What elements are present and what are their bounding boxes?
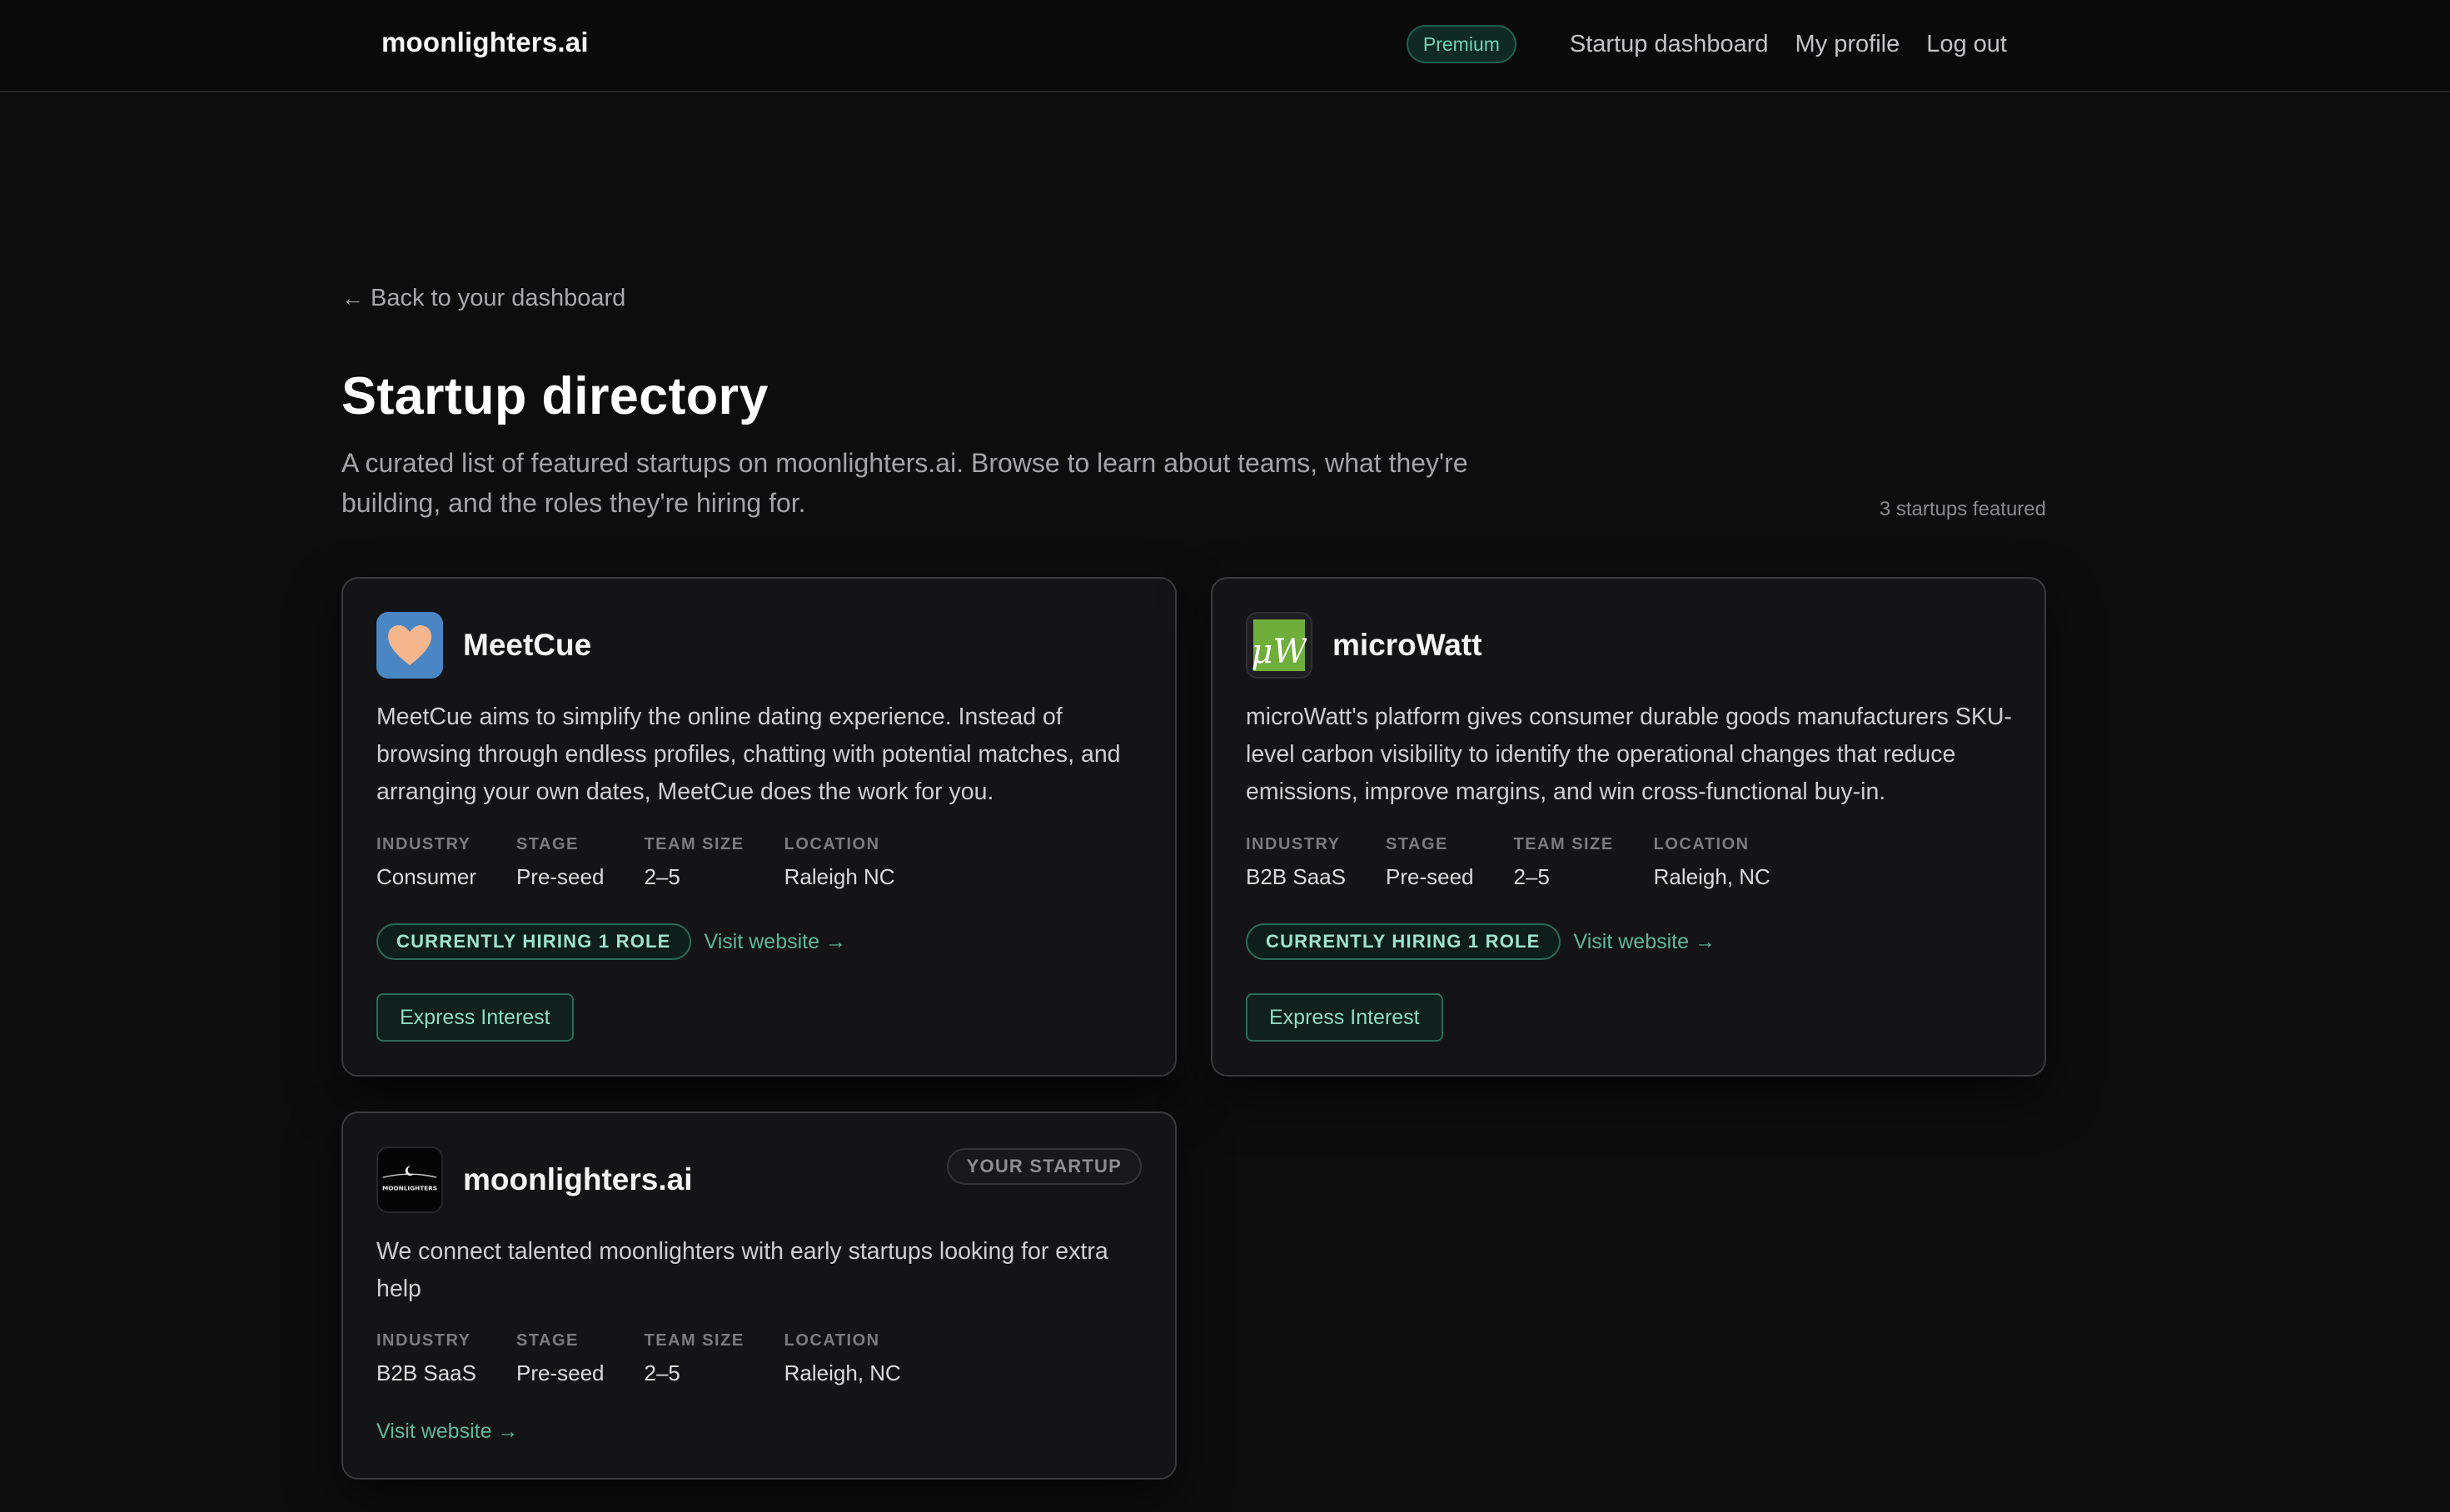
meta-value: Pre-seed bbox=[515, 864, 605, 889]
moonlighters-logo-text: MOONLIGHTERS bbox=[382, 1185, 437, 1192]
nav-startup-dashboard[interactable]: Startup dashboard bbox=[1570, 31, 1769, 58]
startup-name: MeetCue bbox=[463, 628, 592, 662]
card-header: MOONLIGHTERS moonlighters.ai bbox=[376, 1146, 692, 1213]
meta-value: Pre-seed bbox=[1385, 864, 1474, 889]
meta-value: Raleigh, NC bbox=[784, 1360, 901, 1385]
meta-value: Raleigh NC bbox=[784, 864, 895, 889]
card-actions: CURRENTLY HIRING 1 ROLE Visit website → bbox=[376, 923, 846, 960]
startup-description: MeetCue aims to simplify the online dati… bbox=[376, 704, 1121, 805]
premium-badge: Premium bbox=[1406, 25, 1516, 63]
startup-name: moonlighters.ai bbox=[463, 1162, 693, 1196]
meta-label: LOCATION bbox=[784, 1331, 880, 1350]
meta-value: 2–5 bbox=[1513, 864, 1550, 889]
meta-label: STAGE bbox=[515, 835, 579, 853]
your-startup-badge: YOUR STARTUP bbox=[946, 1148, 1142, 1185]
startup-meta: INDUSTRY B2B SaaS STAGE Pre-seed TEAM SI… bbox=[376, 1331, 941, 1386]
nav-my-profile[interactable]: My profile bbox=[1795, 31, 1900, 58]
startup-description: We connect talented moonlighters with ea… bbox=[376, 1238, 1108, 1302]
moonlighters-logo-icon: MOONLIGHTERS bbox=[376, 1146, 443, 1213]
startups-count: 3 startups featured bbox=[1879, 498, 2046, 520]
microwatt-logo-text: μW bbox=[1252, 633, 1307, 671]
hiring-badge: CURRENTLY HIRING 1 ROLE bbox=[1246, 923, 1561, 960]
meta-stage: STAGE Pre-seed bbox=[1386, 835, 1474, 890]
meta-value: B2B SaaS bbox=[1246, 864, 1346, 889]
meta-label: LOCATION bbox=[1653, 835, 1750, 853]
startup-description: microWatt's platform gives consumer dura… bbox=[1246, 704, 2012, 805]
meta-industry: INDUSTRY B2B SaaS bbox=[376, 1331, 476, 1386]
visit-website-link[interactable]: Visit website → bbox=[1574, 930, 1715, 954]
meta-label: LOCATION bbox=[784, 835, 880, 853]
visit-website-link[interactable]: Visit website → bbox=[376, 1420, 518, 1444]
meta-label: INDUSTRY bbox=[376, 1331, 471, 1350]
card-header: MeetCue bbox=[376, 612, 591, 679]
meta-team-size: TEAM SIZE 2–5 bbox=[644, 835, 744, 890]
meta-value: Consumer bbox=[376, 864, 476, 889]
heart-logo-icon bbox=[376, 612, 443, 679]
meta-value: Pre-seed bbox=[515, 1360, 605, 1385]
meta-location: LOCATION Raleigh, NC bbox=[784, 1331, 901, 1386]
top-navbar: moonlighters.ai Premium Startup dashboar… bbox=[0, 0, 2450, 92]
startup-card-meetcue: MeetCue MeetCue aims to simplify the onl… bbox=[341, 577, 1177, 1077]
meta-industry: INDUSTRY B2B SaaS bbox=[1246, 835, 1346, 890]
express-interest-button[interactable]: Express Interest bbox=[376, 993, 574, 1042]
visit-website-link[interactable]: Visit website → bbox=[705, 930, 846, 954]
card-actions: CURRENTLY HIRING 1 ROLE Visit website → bbox=[1246, 923, 1715, 960]
hiring-badge: CURRENTLY HIRING 1 ROLE bbox=[376, 923, 691, 960]
meta-team-size: TEAM SIZE 2–5 bbox=[644, 1331, 744, 1386]
microwatt-logo-icon: μW bbox=[1246, 612, 1312, 679]
meta-label: INDUSTRY bbox=[1246, 835, 1341, 853]
meta-value: 2–5 bbox=[644, 864, 680, 889]
meta-label: TEAM SIZE bbox=[644, 1331, 744, 1350]
meta-team-size: TEAM SIZE 2–5 bbox=[1513, 835, 1613, 890]
page-title: Startup directory bbox=[341, 367, 769, 425]
page-intro: A curated list of featured startups on m… bbox=[341, 448, 1468, 518]
meta-label: TEAM SIZE bbox=[644, 835, 744, 853]
back-to-dashboard-link[interactable]: ← Back to your dashboard bbox=[341, 285, 625, 312]
meta-value: 2–5 bbox=[644, 1360, 680, 1385]
meta-location: LOCATION Raleigh, NC bbox=[1654, 835, 1770, 890]
startup-card-microwatt: μW microWatt microWatt's platform gives … bbox=[1211, 577, 2046, 1077]
meta-value: Raleigh, NC bbox=[1653, 864, 1770, 889]
card-actions: Visit website → bbox=[376, 1420, 518, 1444]
nav-log-out[interactable]: Log out bbox=[1926, 31, 2007, 58]
brand-logo[interactable]: moonlighters.ai bbox=[381, 27, 589, 58]
meta-label: STAGE bbox=[515, 1331, 579, 1350]
startup-meta: INDUSTRY B2B SaaS STAGE Pre-seed TEAM SI… bbox=[1246, 835, 1810, 890]
meta-value: B2B SaaS bbox=[376, 1360, 476, 1385]
back-link-label: Back to your dashboard bbox=[371, 285, 626, 311]
meta-label: INDUSTRY bbox=[376, 835, 471, 853]
startup-card-moonlighters: MOONLIGHTERS moonlighters.ai YOUR STARTU… bbox=[341, 1112, 1177, 1480]
card-header: μW microWatt bbox=[1246, 612, 1482, 679]
arrow-left-icon: ← bbox=[341, 286, 364, 311]
meta-label: STAGE bbox=[1385, 835, 1448, 853]
meta-stage: STAGE Pre-seed bbox=[516, 835, 605, 890]
startup-meta: INDUSTRY Consumer STAGE Pre-seed TEAM SI… bbox=[376, 835, 935, 890]
startup-name: microWatt bbox=[1332, 628, 1482, 662]
meta-stage: STAGE Pre-seed bbox=[516, 1331, 605, 1386]
express-interest-button[interactable]: Express Interest bbox=[1246, 993, 1443, 1042]
nav-links: Premium Startup dashboard My profile Log… bbox=[1406, 25, 2007, 63]
meta-industry: INDUSTRY Consumer bbox=[376, 835, 476, 890]
meta-location: LOCATION Raleigh NC bbox=[784, 835, 895, 890]
meta-label: TEAM SIZE bbox=[1513, 835, 1614, 853]
